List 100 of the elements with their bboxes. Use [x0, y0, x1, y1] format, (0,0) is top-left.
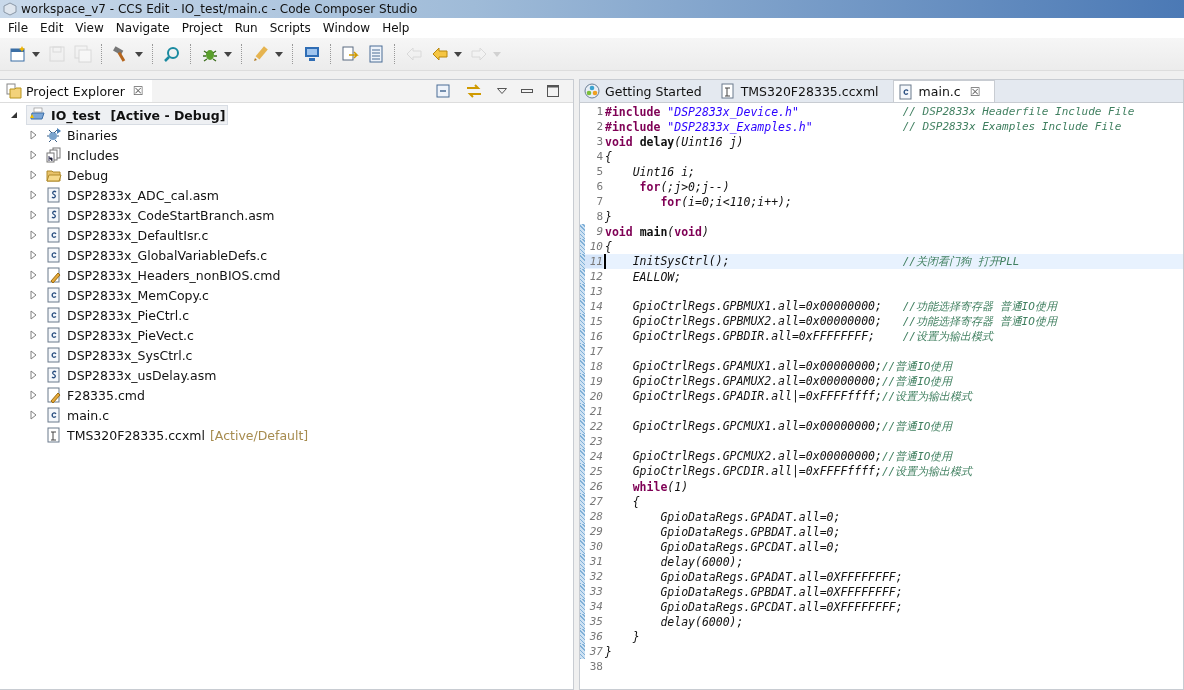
menu-item[interactable]: Edit	[34, 21, 70, 35]
editor-tab[interactable]: main.c ☒	[892, 80, 996, 102]
line-number: 29	[588, 525, 603, 538]
dropdown-caret-icon[interactable]	[454, 51, 462, 57]
collapse-triangle-icon[interactable]	[10, 111, 18, 119]
menu-item[interactable]: Scripts	[263, 21, 317, 35]
code-token: for	[638, 179, 661, 194]
code-token: GpioCtrlRegs.GPADIR.all|=0xFFFFffff;	[631, 389, 882, 403]
tree-item[interactable]: DSP2833x_ADC_cal.asm	[46, 187, 220, 203]
expand-triangle-icon[interactable]	[30, 150, 38, 160]
code-token: (i=0;i<110;i++);	[681, 194, 792, 209]
editor-tab[interactable]: Getting Started	[580, 80, 716, 102]
expand-triangle-icon[interactable]	[30, 170, 38, 180]
tree-item[interactable]: DSP2833x_PieVect.c	[46, 327, 194, 343]
link-arrows-icon[interactable]	[465, 83, 483, 99]
expand-triangle-icon[interactable]	[30, 410, 38, 420]
code-token: GpioCtrlRegs.GPAMUX1.all=0x00000000;	[631, 359, 882, 373]
menu-item[interactable]: Help	[376, 21, 416, 35]
code-token: "DSP2833x_Examples.h"	[666, 119, 813, 134]
expand-triangle-icon[interactable]	[30, 370, 38, 380]
tree-item[interactable]: DSP2833x_usDelay.asm	[46, 367, 217, 383]
folder-icon	[46, 167, 62, 183]
line-number: 14	[588, 300, 603, 313]
menu-item[interactable]: View	[69, 21, 110, 35]
code-token: main	[638, 224, 668, 239]
menu-item[interactable]: Run	[228, 21, 264, 35]
expand-triangle-icon[interactable]	[30, 250, 38, 260]
code-token: (1)	[667, 479, 689, 494]
document-icon[interactable]	[341, 45, 359, 63]
c-file-icon	[46, 227, 62, 243]
code-token: InitSysCtrl();	[631, 254, 730, 268]
expand-triangle-icon[interactable]	[30, 350, 38, 360]
tree-item[interactable]: DSP2833x_Headers_nonBIOS.cmd	[46, 267, 281, 283]
code-token: (Uint16 j)	[674, 134, 744, 149]
dropdown-caret-icon[interactable]	[224, 51, 232, 57]
expand-triangle-icon[interactable]	[30, 310, 38, 320]
tree-item[interactable]: DSP2833x_GlobalVariableDefs.c	[46, 247, 268, 263]
tree-item[interactable]: DSP2833x_SysCtrl.c	[46, 347, 193, 363]
code-token: GpioCtrlRegs.GPCMUX1.all=0x00000000;	[631, 419, 882, 433]
code-token: void	[674, 224, 702, 239]
expand-triangle-icon[interactable]	[30, 130, 38, 140]
project-explorer-tab[interactable]: Project Explorer ☒	[0, 80, 152, 102]
menu-item[interactable]: Navigate	[109, 21, 176, 35]
dropdown-caret-icon[interactable]	[135, 51, 143, 57]
menu-item[interactable]: Window	[316, 21, 377, 35]
maximize-icon[interactable]	[547, 85, 559, 97]
code-token: #include	[605, 104, 661, 119]
tree-item[interactable]: Includes	[46, 147, 119, 163]
code-token: delay(6000);	[659, 554, 744, 569]
code-comment: //关闭看门狗 打开PLL	[902, 254, 1020, 269]
editor-tab[interactable]: TMS320F28335.ccxml	[715, 80, 893, 102]
dropdown-caret-icon[interactable]	[32, 51, 40, 57]
tree-item[interactable]: TMS320F28335.ccxml [Active/Default]	[46, 427, 309, 443]
code-token: GpioDataRegs.GPBDAT.all=0;	[659, 524, 841, 539]
line-number: 25	[588, 465, 603, 478]
expand-triangle-icon[interactable]	[30, 190, 38, 200]
menu-item[interactable]: File	[2, 21, 35, 35]
code-token: GpioCtrlRegs.GPBMUX1.all=0x00000000;	[631, 299, 882, 313]
back-arrow-icon[interactable]	[431, 45, 449, 63]
tree-item[interactable]: DSP2833x_CodeStartBranch.asm	[46, 207, 275, 223]
expand-triangle-icon[interactable]	[30, 330, 38, 340]
code-token: GpioCtrlRegs.GPCDIR.all|=0xFFFFffff;	[631, 464, 882, 478]
code-token: (	[667, 224, 675, 239]
line-number: 36	[588, 630, 603, 643]
tree-item[interactable]: main.c	[46, 407, 110, 423]
line-number: 18	[588, 360, 603, 373]
menu-item[interactable]: Project	[175, 21, 229, 35]
code-token: GpioDataRegs.GPADAT.all=0;	[659, 509, 841, 524]
code-token: //普通IO使用	[881, 360, 953, 373]
line-number: 10	[588, 240, 603, 253]
code-token: GpioDataRegs.GPBDAT.all=0XFFFFFFFF;	[659, 584, 903, 599]
ccxml-file-icon	[719, 83, 736, 99]
minimize-icon[interactable]	[521, 89, 533, 93]
code-token: void	[605, 134, 633, 149]
tree-item[interactable]: Debug	[46, 167, 109, 183]
line-number: 6	[595, 180, 603, 193]
tree-item[interactable]: F28335.cmd	[46, 387, 145, 403]
line-number: 20	[588, 390, 603, 403]
tree-item[interactable]: Binaries	[46, 127, 118, 143]
search-icon[interactable]	[163, 45, 181, 63]
tree-item[interactable]: DSP2833x_DefaultIsr.c	[46, 227, 209, 243]
new-file-icon[interactable]	[9, 45, 27, 63]
line-number: 33	[588, 585, 603, 598]
expand-triangle-icon[interactable]	[30, 230, 38, 240]
dropdown-caret-icon[interactable]	[275, 51, 283, 57]
c-file-icon	[46, 247, 62, 263]
collapse-all-icon[interactable]	[435, 83, 451, 99]
list-icon[interactable]	[367, 45, 385, 63]
code-token: {	[605, 149, 612, 164]
monitor-icon[interactable]	[303, 45, 321, 63]
code-token: //普通IO使用	[881, 375, 953, 388]
tree-item[interactable]: DSP2833x_MemCopy.c	[46, 287, 209, 303]
expand-triangle-icon[interactable]	[30, 210, 38, 220]
expand-triangle-icon[interactable]	[30, 390, 38, 400]
expand-triangle-icon[interactable]	[30, 290, 38, 300]
line-number: 37	[588, 645, 603, 658]
tree-item[interactable]: DSP2833x_PieCtrl.c	[46, 307, 190, 323]
view-menu-icon[interactable]	[497, 88, 507, 94]
expand-triangle-icon[interactable]	[30, 270, 38, 280]
project-tree-item[interactable]: IO_test [Active - Debug]	[26, 105, 229, 125]
